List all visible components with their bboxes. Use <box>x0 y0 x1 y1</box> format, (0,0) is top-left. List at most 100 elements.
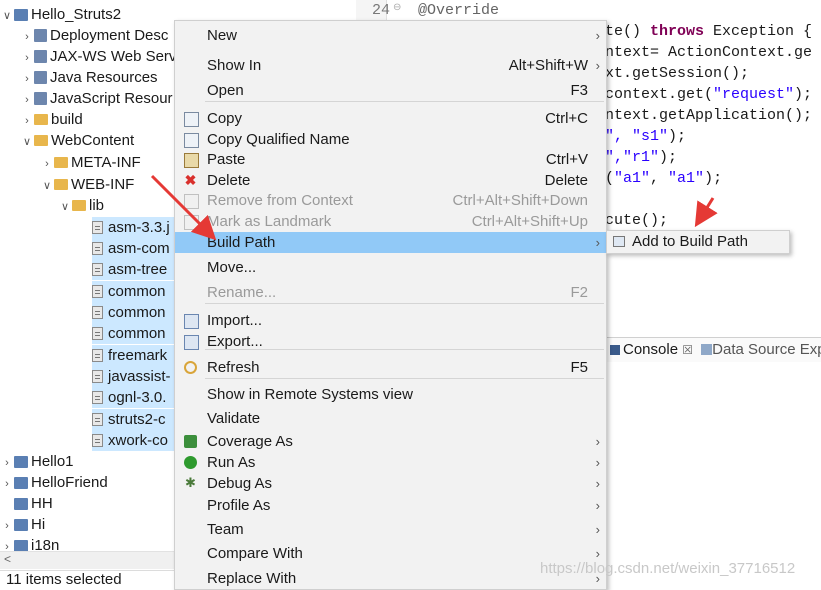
tree-item[interactable]: › JavaScript Resour <box>20 88 172 111</box>
tree-item[interactable]: › Deployment Desc <box>20 25 168 46</box>
debug-icon: ✱ <box>185 475 196 490</box>
submenu-arrow-icon: › <box>595 498 600 513</box>
tree-item[interactable]: ∨ lib <box>58 195 104 216</box>
tree-item-label: asm-tree <box>108 261 168 278</box>
chevron-right-icon[interactable]: › <box>0 474 14 495</box>
tree-item[interactable]: › Hi <box>0 514 45 535</box>
menu-item-open[interactable]: Open F3 <box>175 80 606 101</box>
tree-item-jar[interactable]: javassist- <box>92 366 174 387</box>
tree-item-jar[interactable]: freemark <box>92 345 174 366</box>
tree-item[interactable]: › JAX-WS Web Serv <box>20 46 176 67</box>
tree-item[interactable]: › META-INF <box>40 152 141 173</box>
tree-item[interactable]: ∨ Hello_Struts2 <box>0 4 121 25</box>
tree-item[interactable]: › Hello1 <box>0 451 73 474</box>
menu-item-team[interactable]: Team › <box>175 519 606 540</box>
chevron-right-icon[interactable]: › <box>20 27 34 48</box>
tree-item[interactable]: › HelloFriend <box>0 472 108 493</box>
build-path-submenu: Add to Build Path <box>606 230 790 254</box>
code-token: context.get( <box>605 86 714 103</box>
tree-item[interactable]: › build <box>20 109 83 130</box>
menu-item-label: Show In <box>207 57 262 74</box>
tree-item-jar[interactable]: asm-tree <box>92 259 174 280</box>
menu-item-validate[interactable]: Validate <box>175 408 606 429</box>
menu-item-label: Show in Remote Systems view <box>207 386 413 403</box>
menu-item-remove-from-context: Remove from Context Ctrl+Alt+Shift+Down <box>175 190 606 211</box>
menu-item-new[interactable]: New › <box>175 25 606 46</box>
tree-item-jar[interactable]: xwork-co <box>92 430 174 451</box>
code-line: ntext.getApplication(); <box>605 105 812 126</box>
chevron-right-icon[interactable]: › <box>20 111 34 132</box>
menu-item-label: Mark as Landmark <box>207 213 332 230</box>
tab-console[interactable]: Console <box>623 341 678 358</box>
menu-item-copy-qualified-name[interactable]: Copy Qualified Name <box>175 129 606 150</box>
code-line: ","r1"); <box>605 147 677 168</box>
code-token: throws <box>650 23 705 40</box>
tree-item-jar[interactable]: asm-3.3.j <box>92 217 174 238</box>
folder-icon <box>54 179 68 190</box>
tab-data-source-explorer[interactable]: Data Source Exp <box>712 341 821 358</box>
selection-status: 11 items selected <box>0 570 174 588</box>
menu-item-mark-as-landmark: Mark as Landmark Ctrl+Alt+Shift+Up <box>175 211 606 232</box>
close-icon[interactable]: ☒ <box>682 343 693 357</box>
tree-item[interactable]: HH <box>0 493 53 514</box>
refresh-icon <box>184 361 197 374</box>
chevron-right-icon[interactable]: › <box>20 90 34 111</box>
menu-item-shortcut: Ctrl+V <box>545 151 588 168</box>
tree-item[interactable]: ∨ WEB-INF <box>40 174 134 195</box>
menu-item-paste[interactable]: Paste Ctrl+V <box>175 149 606 170</box>
menu-item-show-in-remote-systems-view[interactable]: Show in Remote Systems view <box>175 384 606 405</box>
chevron-right-icon[interactable]: › <box>20 48 34 69</box>
menu-item-profile-as[interactable]: Profile As › <box>175 495 606 516</box>
menu-item-import[interactable]: Import... <box>175 310 606 331</box>
tree-item[interactable]: › Java Resources <box>20 67 157 90</box>
menu-item-copy[interactable]: Copy Ctrl+C <box>175 108 606 129</box>
chevron-down-icon[interactable]: ∨ <box>58 197 72 218</box>
tree-horizontal-scrollbar[interactable]: < <box>0 551 174 569</box>
menu-item-coverage-as[interactable]: Coverage As › <box>175 431 606 452</box>
menu-item-rename: Rename... F2 <box>175 282 606 303</box>
code-token: ", <box>605 149 624 166</box>
chevron-down-icon[interactable]: ∨ <box>20 132 34 153</box>
chevron-right-icon[interactable]: › <box>40 154 54 175</box>
menu-separator <box>205 303 604 304</box>
menu-item-label: New <box>207 27 238 44</box>
console-icon <box>610 345 620 355</box>
tree-item-jar[interactable]: common <box>92 323 174 344</box>
scroll-left-icon[interactable]: < <box>4 552 11 566</box>
submenu-arrow-icon: › <box>595 522 600 537</box>
menu-item-label: Compare With <box>207 545 303 562</box>
menu-item-run-as[interactable]: Run As › <box>175 452 606 473</box>
menu-item-delete[interactable]: ✖ Delete Delete <box>175 170 606 191</box>
code-line: ("a1", "a1"); <box>605 168 722 189</box>
code-token: ntext= ActionContext.ge <box>605 44 813 61</box>
chevron-down-icon[interactable]: ∨ <box>40 176 54 197</box>
chevron-right-icon[interactable]: › <box>0 516 14 537</box>
menu-item-debug-as[interactable]: ✱ Debug As › <box>175 473 606 494</box>
data-source-icon <box>701 344 713 355</box>
chevron-right-icon[interactable]: › <box>20 69 34 90</box>
menu-item-build-path[interactable]: Build Path › <box>175 232 606 253</box>
tree-item[interactable]: ∨ WebContent <box>20 130 134 151</box>
project-icon <box>14 519 28 531</box>
tree-item-jar[interactable]: ognl-3.0. <box>92 387 174 408</box>
menu-item-refresh[interactable]: Refresh F5 <box>175 357 606 378</box>
menu-item-label: Run As <box>207 454 256 471</box>
add-to-build-path-item[interactable]: Add to Build Path <box>632 231 748 253</box>
chevron-right-icon[interactable]: › <box>0 453 14 474</box>
folder-icon <box>34 114 48 125</box>
tree-item-jar[interactable]: struts2-c <box>92 409 174 430</box>
menu-item-export[interactable]: Export... <box>175 331 606 352</box>
chevron-down-icon[interactable]: ∨ <box>0 6 14 27</box>
menu-item-show-in[interactable]: Show In Alt+Shift+W › <box>175 55 606 76</box>
menu-item-shortcut: Ctrl+Alt+Shift+Up <box>471 213 588 230</box>
tree-item-jar[interactable]: asm-com <box>92 238 174 259</box>
fold-icon[interactable]: ⊖ <box>393 0 401 19</box>
tree-item-label: asm-com <box>108 240 170 257</box>
menu-item-shortcut: Ctrl+C <box>545 110 588 127</box>
menu-item-move[interactable]: Move... <box>175 257 606 278</box>
jar-icon <box>92 306 103 319</box>
code-line: xt.getSession(); <box>605 63 749 84</box>
tree-item-jar[interactable]: common <box>92 281 174 302</box>
menu-item-label: Paste <box>207 151 246 168</box>
tree-item-jar[interactable]: common <box>92 302 174 323</box>
